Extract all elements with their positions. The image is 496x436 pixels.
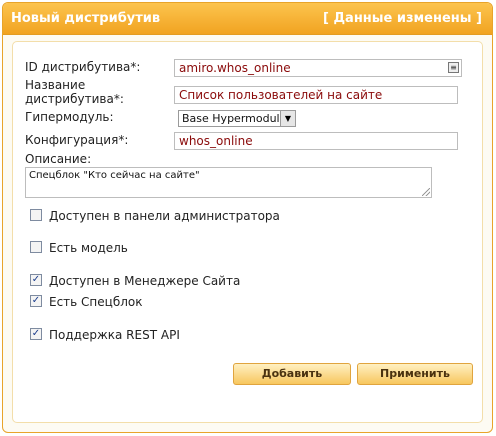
panel-header: Новый дистрибутив [ Данные изменены ]	[3, 3, 492, 35]
panel-title: Новый дистрибутив	[11, 11, 161, 26]
chevron-down-icon[interactable]: ▼	[280, 111, 295, 126]
id-input-value: amiro.whos_online	[179, 61, 291, 75]
checkbox-admin-panel-label: Доступен в панели администратора	[49, 209, 280, 223]
checkbox-admin-panel[interactable]	[30, 209, 42, 221]
apply-button[interactable]: Применить	[357, 363, 473, 385]
lock-icon[interactable]: ≡	[448, 62, 459, 73]
checkbox-rest-api-label: Поддержка REST API	[49, 328, 180, 342]
checkbox-site-manager-label: Доступен в Менеджере Сайта	[49, 274, 241, 288]
add-button[interactable]: Добавить	[233, 363, 351, 385]
checkbox-specblock[interactable]: ✓	[30, 295, 42, 307]
form-body: ID дистрибутива*: amiro.whos_online ≡ На…	[12, 41, 483, 423]
hypermodule-select-value: Base Hypermodule	[182, 112, 287, 125]
checkbox-specblock-label: Есть Спецблок	[49, 295, 143, 309]
id-label: ID дистрибутива*:	[25, 60, 141, 74]
checkbox-has-model[interactable]	[30, 241, 42, 253]
description-label: Описание:	[25, 152, 92, 166]
description-textarea[interactable]: Спецблок "Кто сейчас на сайте"	[25, 167, 432, 198]
id-input[interactable]: amiro.whos_online ≡	[174, 59, 462, 77]
hypermodule-label: Гипермодуль:	[25, 110, 114, 124]
name-label-line1: Название	[25, 78, 86, 92]
config-input[interactable]: whos_online	[174, 132, 458, 150]
checkbox-rest-api[interactable]: ✓	[30, 328, 42, 340]
distributive-panel: Новый дистрибутив [ Данные изменены ] ID…	[2, 2, 493, 433]
checkbox-has-model-label: Есть модель	[49, 241, 128, 255]
name-input[interactable]: Список пользователей на сайте	[174, 86, 458, 104]
checkbox-site-manager[interactable]: ✓	[30, 274, 42, 286]
status-indicator: [ Данные изменены ]	[323, 11, 482, 26]
description-text: Спецблок "Кто сейчас на сайте"	[29, 170, 200, 181]
config-label: Конфигурация*:	[25, 133, 129, 147]
name-label-line2: дистрибутива*:	[25, 92, 124, 106]
resize-handle[interactable]	[422, 188, 430, 196]
hypermodule-select[interactable]: Base Hypermodule ▼	[178, 110, 296, 127]
